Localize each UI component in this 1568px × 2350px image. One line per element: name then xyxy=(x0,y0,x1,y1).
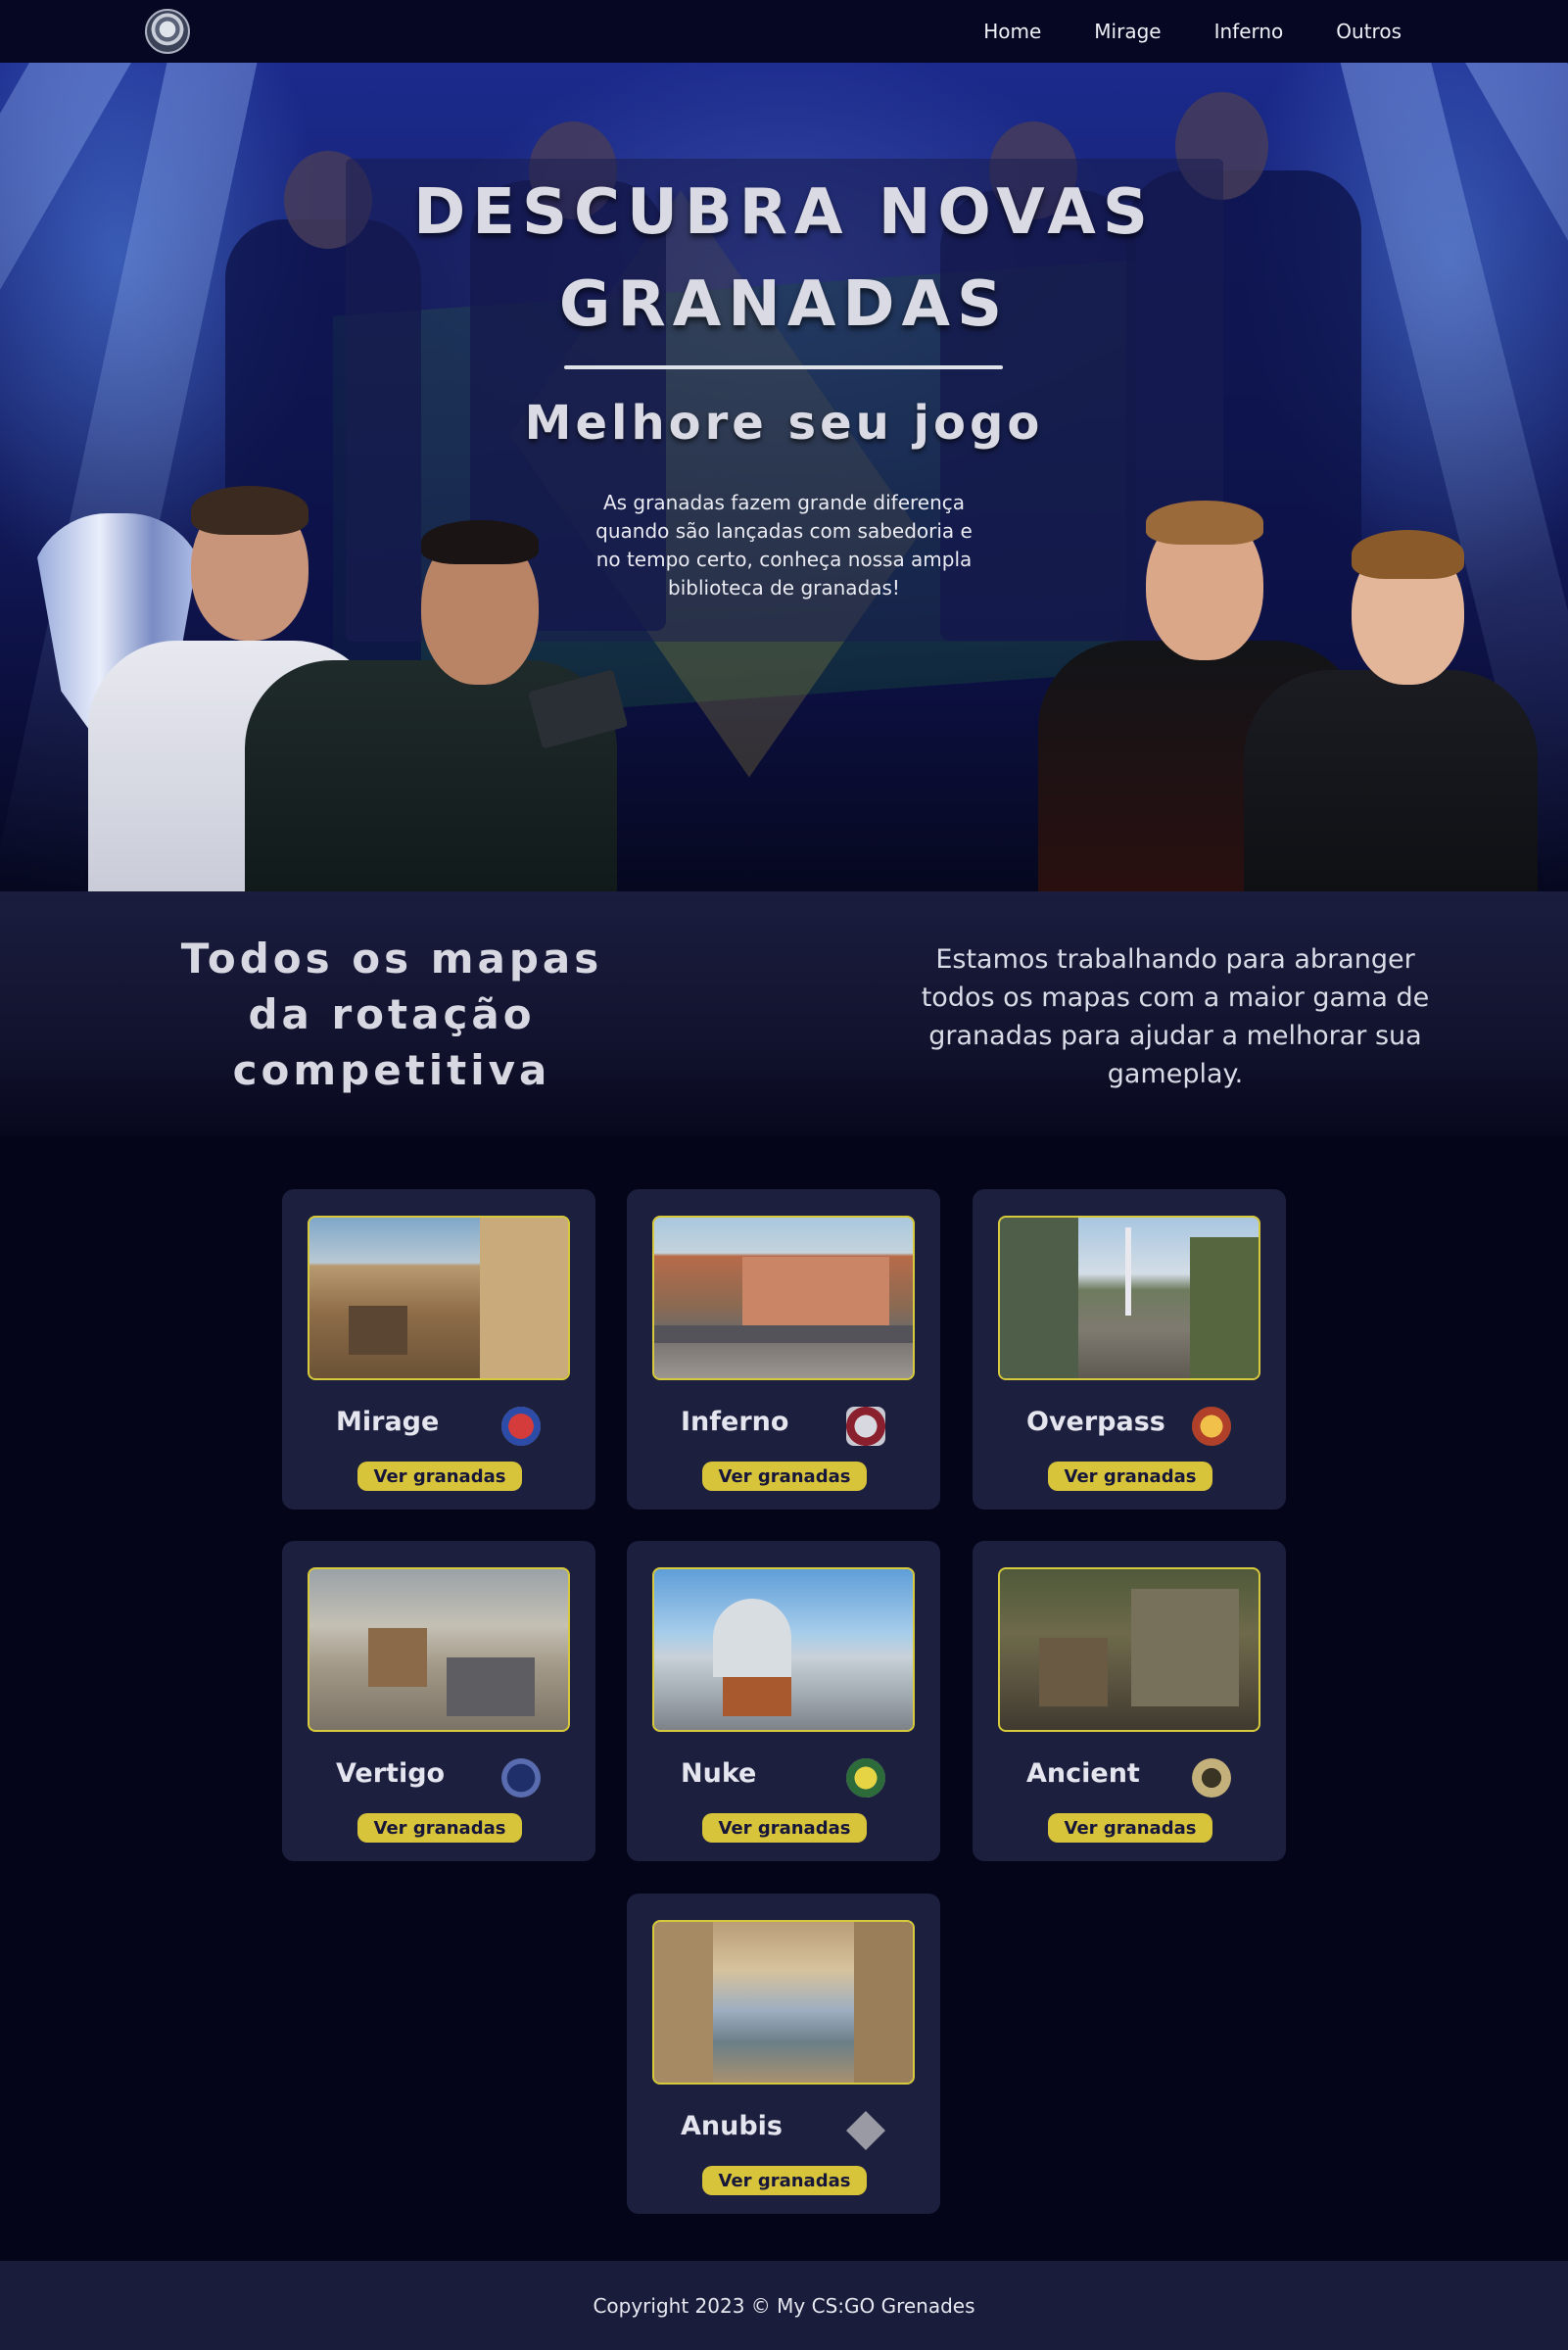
ver-granadas-button[interactable]: Ver granadas xyxy=(702,1462,867,1491)
hero-title: DESCUBRA NOVAS GRANADAS xyxy=(413,176,1155,341)
nav-link-mirage[interactable]: Mirage xyxy=(1094,20,1161,43)
map-name: Inferno xyxy=(681,1407,789,1437)
map-card-anubis: Anubis Ver granadas xyxy=(627,1894,940,2214)
site-logo-icon[interactable] xyxy=(145,9,190,54)
ver-granadas-button[interactable]: Ver granadas xyxy=(702,1813,867,1843)
ancient-emblem-icon xyxy=(1192,1758,1231,1798)
map-name: Anubis xyxy=(681,2111,783,2141)
overpass-map-image[interactable] xyxy=(998,1216,1260,1380)
ver-granadas-button[interactable]: Ver granadas xyxy=(1048,1462,1212,1491)
inferno-map-image[interactable] xyxy=(652,1216,915,1380)
ver-granadas-button[interactable]: Ver granadas xyxy=(702,2166,867,2195)
ver-granadas-button[interactable]: Ver granadas xyxy=(1048,1813,1212,1843)
vertigo-emblem-icon xyxy=(501,1758,541,1798)
anubis-map-image[interactable] xyxy=(652,1920,915,2085)
hero-subtitle: Melhore seu jogo xyxy=(524,396,1044,451)
map-card-mirage: Mirage Ver granadas xyxy=(282,1189,595,1510)
hero-divider xyxy=(564,365,1003,369)
map-card-overpass: Overpass Ver granadas xyxy=(973,1189,1286,1510)
map-name: Overpass xyxy=(1026,1407,1165,1437)
nav-links: Home Mirage Inferno Outros xyxy=(983,0,1402,63)
inferno-emblem-icon xyxy=(846,1407,885,1446)
nuke-map-image[interactable] xyxy=(652,1567,915,1732)
hero-description: As granadas fazem grande diferença quand… xyxy=(595,491,973,599)
map-card-inferno: Inferno Ver granadas xyxy=(627,1189,940,1510)
page-footer: Copyright 2023 © My CS:GO Grenades xyxy=(0,2261,1568,2350)
nav-link-home[interactable]: Home xyxy=(983,20,1041,43)
mirage-emblem-icon xyxy=(501,1407,541,1446)
map-name: Mirage xyxy=(336,1407,440,1437)
ancient-map-image[interactable] xyxy=(998,1567,1260,1732)
copyright-text: Copyright 2023 © My CS:GO Grenades xyxy=(593,2293,975,2318)
map-card-nuke: Nuke Ver granadas xyxy=(627,1541,940,1861)
anubis-emblem-icon xyxy=(846,2111,885,2150)
hero-banner: DESCUBRA NOVAS GRANADAS Melhore seu jogo… xyxy=(0,63,1568,891)
map-name: Ancient xyxy=(1026,1758,1140,1789)
ver-granadas-button[interactable]: Ver granadas xyxy=(357,1813,522,1843)
vertigo-map-image[interactable] xyxy=(308,1567,570,1732)
map-name: Vertigo xyxy=(336,1758,446,1789)
map-card-ancient: Ancient Ver granadas xyxy=(973,1541,1286,1861)
mirage-map-image[interactable] xyxy=(308,1216,570,1380)
overpass-emblem-icon xyxy=(1192,1407,1231,1446)
nuke-emblem-icon xyxy=(846,1758,885,1798)
maps-intro-text: Estamos trabalhando para abranger todos … xyxy=(921,944,1430,1089)
map-name: Nuke xyxy=(681,1758,757,1789)
nav-link-outros[interactable]: Outros xyxy=(1336,20,1402,43)
maps-intro-title: Todos os mapas da rotação competitiva xyxy=(180,935,603,1094)
top-nav: Home Mirage Inferno Outros xyxy=(0,0,1568,63)
map-card-vertigo: Vertigo Ver granadas xyxy=(282,1541,595,1861)
nav-link-inferno[interactable]: Inferno xyxy=(1214,20,1284,43)
maps-intro-section: Todos os mapas da rotação competitiva Es… xyxy=(0,891,1568,1136)
ver-granadas-button[interactable]: Ver granadas xyxy=(357,1462,522,1491)
